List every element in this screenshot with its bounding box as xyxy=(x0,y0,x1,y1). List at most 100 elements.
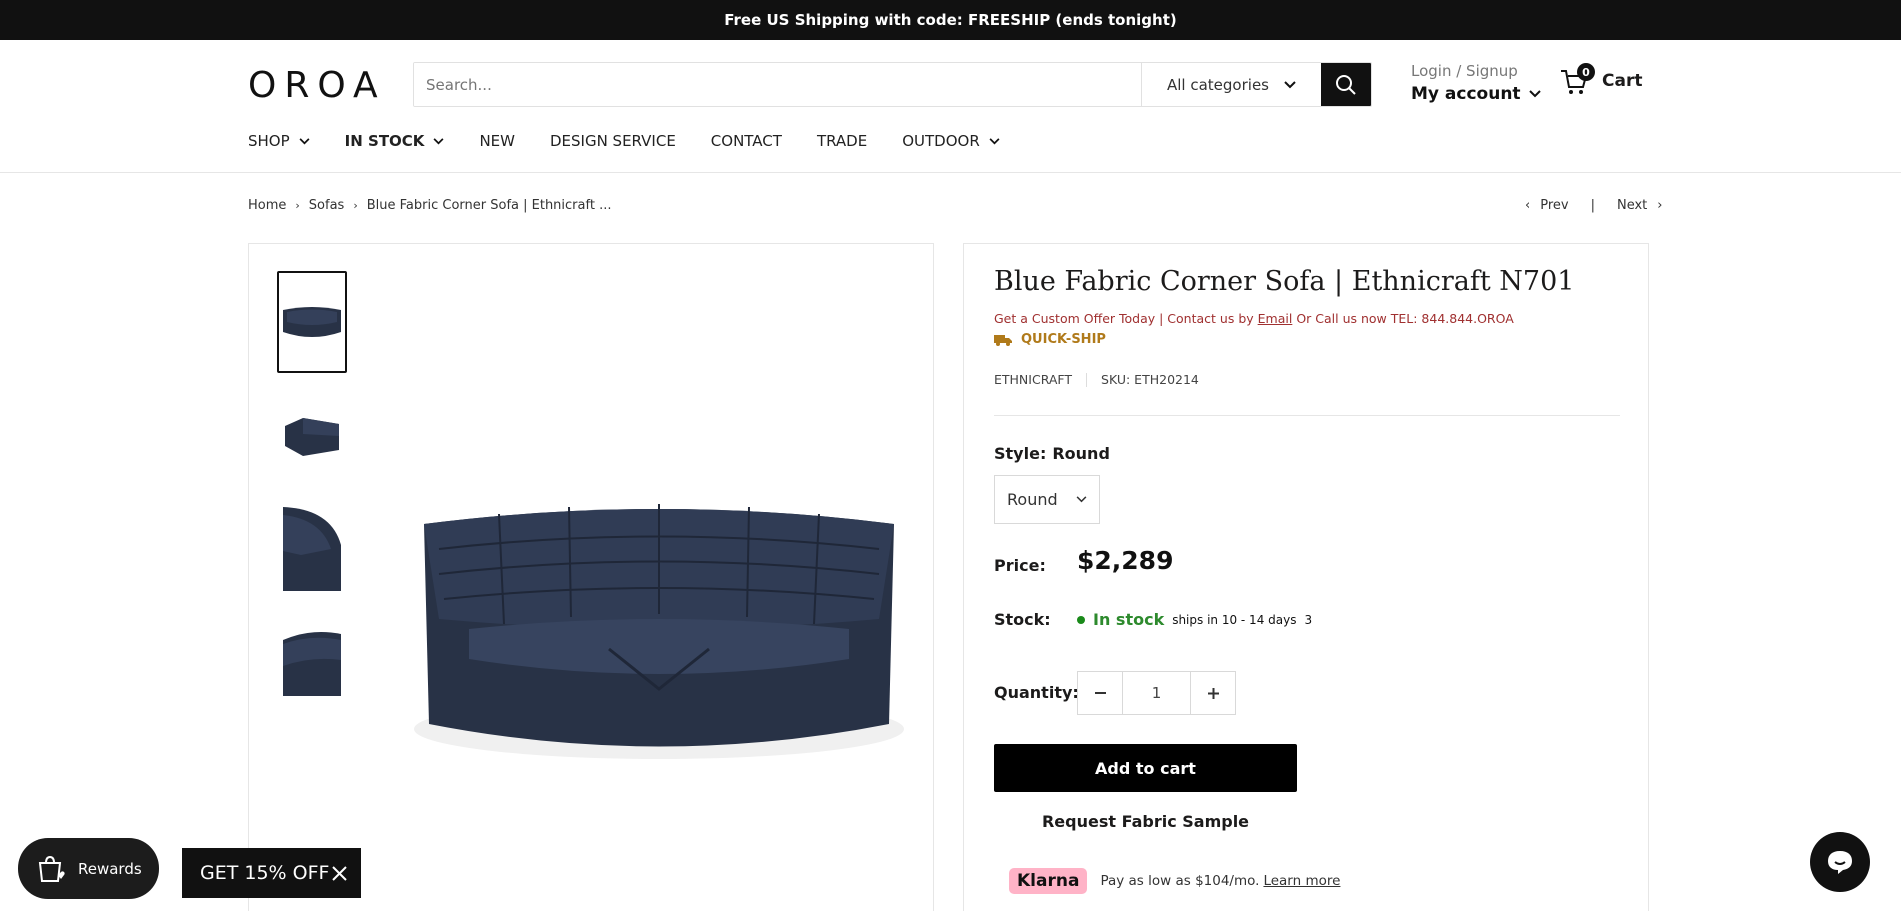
quick-ship-label: QUICK-SHIP xyxy=(1021,332,1106,347)
plus-icon xyxy=(1207,687,1219,699)
email-link[interactable]: Email xyxy=(1258,311,1293,326)
search-button[interactable] xyxy=(1321,63,1371,106)
stock-label: Stock: xyxy=(994,610,1051,629)
cart-count-badge: 0 xyxy=(1577,63,1595,81)
product-meta: ETHNICRAFT SKU: ETH20214 xyxy=(994,372,1199,387)
rewards-label: Rewards xyxy=(78,859,142,878)
nav-label: IN STOCK xyxy=(344,132,425,150)
quantity-stepper: 1 xyxy=(1077,671,1236,715)
klarna-learn-more-link[interactable]: Learn more xyxy=(1263,873,1340,889)
discount-label: GET 15% OFF xyxy=(200,862,330,884)
chevron-right-icon: › xyxy=(353,199,358,212)
nav-label: DESIGN SERVICE xyxy=(549,132,676,150)
price-label: Price: xyxy=(994,556,1046,575)
section-divider xyxy=(994,415,1620,416)
nav-label: OUTDOOR xyxy=(902,132,980,150)
nav-item-new[interactable]: NEW xyxy=(479,132,515,150)
meta-divider xyxy=(1086,372,1088,387)
gallery-thumbnail[interactable] xyxy=(277,497,347,599)
prev-link[interactable]: Prev xyxy=(1540,198,1568,213)
gallery-thumbnail[interactable] xyxy=(277,384,347,486)
nav-item-design-service[interactable]: DESIGN SERVICE xyxy=(550,132,676,150)
chevron-down-icon xyxy=(299,137,310,144)
header-divider xyxy=(0,172,1901,173)
request-fabric-sample-button[interactable]: Request Fabric Sample xyxy=(994,812,1297,831)
chevron-down-icon xyxy=(989,137,1000,144)
nav-label: TRADE xyxy=(816,132,868,150)
chat-button[interactable] xyxy=(1810,832,1870,892)
next-link[interactable]: Next xyxy=(1617,198,1647,213)
product-pager: ‹ Prev | Next › xyxy=(1525,198,1662,213)
custom-offer-prefix: Get a Custom Offer Today | Contact us by xyxy=(994,311,1254,326)
product-info-panel: Blue Fabric Corner Sofa | Ethnicraft N70… xyxy=(963,243,1649,911)
chat-icon xyxy=(1828,851,1852,874)
custom-offer-text: Get a Custom Offer Today | Contact us by… xyxy=(994,311,1514,326)
stock-ship-note: ships in 10 - 14 days xyxy=(1172,612,1297,627)
quick-ship-badge: QUICK-SHIP xyxy=(994,332,1106,347)
quantity-label: Quantity: xyxy=(994,683,1079,702)
chevron-down-icon xyxy=(1076,496,1087,503)
announcement-text: Free US Shipping with code: FREESHIP (en… xyxy=(724,11,1177,29)
my-account[interactable]: My account xyxy=(1411,84,1541,104)
discount-popup[interactable]: GET 15% OFF xyxy=(182,848,361,898)
minus-icon xyxy=(1094,692,1106,694)
nav-item-in-stock[interactable]: IN STOCK xyxy=(345,132,445,150)
decrease-quantity-button[interactable] xyxy=(1078,672,1122,714)
style-value: Round xyxy=(1052,444,1110,463)
stock-status: In stock ships in 10 - 14 days 3 xyxy=(1077,610,1312,629)
breadcrumb-current: Blue Fabric Corner Sofa | Ethnicraft ... xyxy=(366,198,612,213)
nav-item-trade[interactable]: TRADE xyxy=(817,132,867,150)
brand-link[interactable]: ETHNICRAFT xyxy=(994,372,1072,387)
stock-count: 3 xyxy=(1304,612,1313,627)
breadcrumb-home[interactable]: Home xyxy=(248,198,286,213)
nav-label: NEW xyxy=(479,132,515,150)
chevron-right-icon: › xyxy=(1657,198,1663,213)
chevron-down-icon xyxy=(1284,80,1296,88)
sku-text: SKU: ETH20214 xyxy=(1101,372,1199,387)
shopping-bag-icon xyxy=(38,855,65,882)
search-icon xyxy=(1336,74,1356,95)
style-select-value: Round xyxy=(1007,490,1058,509)
increase-quantity-button[interactable] xyxy=(1191,672,1235,714)
rewards-button[interactable]: Rewards xyxy=(18,838,159,899)
login-link[interactable]: Login / Signup xyxy=(1411,62,1541,80)
search-input[interactable] xyxy=(414,63,1141,106)
product-main-image[interactable] xyxy=(409,499,909,769)
breadcrumb-sofas[interactable]: Sofas xyxy=(309,198,345,213)
gallery-thumbnail[interactable] xyxy=(277,610,347,712)
chevron-right-icon: › xyxy=(295,199,300,212)
search-bar: All categories xyxy=(413,62,1372,107)
price-value: $2,289 xyxy=(1077,546,1174,575)
custom-offer-suffix: Or Call us now TEL: 844.844.OROA xyxy=(1296,311,1514,326)
klarna-promo: Klarna Pay as low as $104/mo. Learn more xyxy=(1009,868,1340,894)
stock-status-text: In stock xyxy=(1093,610,1165,629)
gallery-thumbnail[interactable] xyxy=(277,271,347,373)
chevron-down-icon xyxy=(1528,90,1541,98)
quantity-input[interactable]: 1 xyxy=(1122,672,1191,714)
stock-dot-icon xyxy=(1077,615,1085,624)
add-to-cart-button[interactable]: Add to cart xyxy=(994,744,1297,792)
nav-item-shop[interactable]: SHOP xyxy=(248,132,310,150)
nav-item-outdoor[interactable]: OUTDOOR xyxy=(902,132,1000,150)
truck-icon xyxy=(994,334,1012,346)
cart-button[interactable]: 0 Cart xyxy=(1560,63,1643,96)
nav-item-contact[interactable]: CONTACT xyxy=(711,132,782,150)
klarna-text: Pay as low as $104/mo. xyxy=(1100,873,1260,889)
main-nav: SHOP IN STOCK NEW DESIGN SERVICE CONTACT… xyxy=(248,128,1000,154)
cart-icon: 0 xyxy=(1560,63,1595,96)
nav-label: SHOP xyxy=(248,132,290,150)
product-title: Blue Fabric Corner Sofa | Ethnicraft N70… xyxy=(994,266,1575,297)
account-menu[interactable]: Login / Signup My account xyxy=(1411,62,1541,104)
nav-label: CONTACT xyxy=(710,132,782,150)
category-label: All categories xyxy=(1167,75,1269,94)
pager-divider: | xyxy=(1590,198,1595,213)
announcement-bar: Free US Shipping with code: FREESHIP (en… xyxy=(0,0,1901,40)
cart-label: Cart xyxy=(1602,71,1643,91)
klarna-logo: Klarna xyxy=(1009,868,1088,894)
logo[interactable]: OROA xyxy=(248,65,386,106)
style-option-label: Style: Round xyxy=(994,444,1110,463)
style-select[interactable]: Round xyxy=(994,475,1100,524)
category-select[interactable]: All categories xyxy=(1141,63,1321,106)
product-gallery xyxy=(248,243,934,911)
close-icon[interactable] xyxy=(332,865,347,881)
